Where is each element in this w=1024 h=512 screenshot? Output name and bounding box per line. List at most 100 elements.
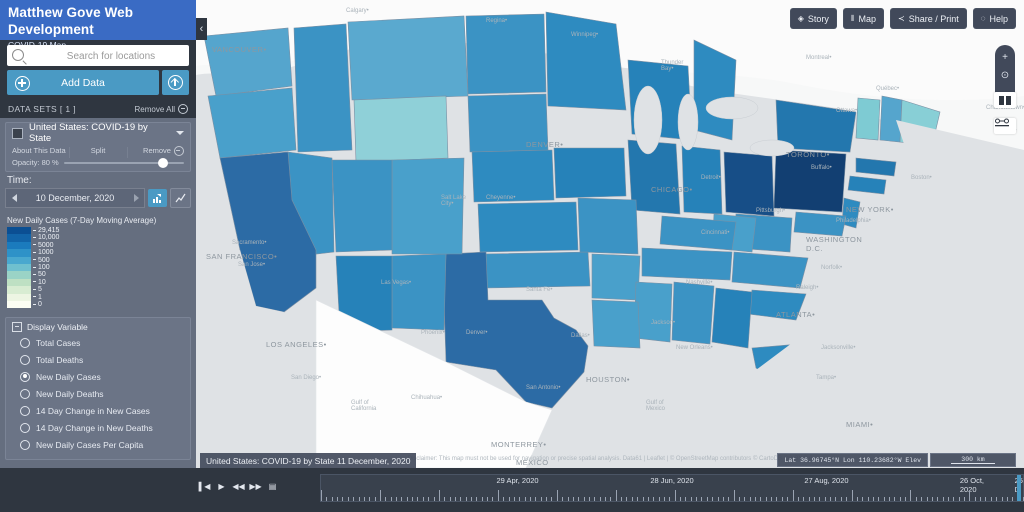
legend-tick-label: 0 [33, 301, 59, 308]
timeline-tick [947, 497, 949, 501]
collapse-box-icon[interactable] [12, 322, 22, 333]
timeline-step-back-button[interactable]: ◀◀ [230, 478, 247, 494]
timeline-tick [964, 497, 966, 501]
map-place-label: Winnipeg• [571, 32, 599, 38]
radio-icon[interactable] [20, 422, 30, 433]
dataset-card: United States: COVID-19 by State About T… [5, 122, 191, 172]
dataset-card-header[interactable]: United States: COVID-19 by State [6, 122, 190, 144]
date-selector[interactable]: 10 December, 2020 [5, 188, 145, 208]
timeline-tick [781, 497, 783, 501]
timeline-skip-to-start-button[interactable]: ▌◀ [196, 478, 213, 494]
timeline-tick [733, 490, 735, 501]
timeline-tick [765, 497, 767, 501]
map-canvas[interactable]: Calgary• Regina• Winnipeg• VANCOUVER• Thunde… [196, 0, 1024, 468]
choropleth-map [196, 0, 1024, 468]
about-this-data-link[interactable]: About This Data [12, 146, 69, 155]
radio-icon[interactable] [20, 388, 30, 399]
line-chart-icon [175, 193, 185, 202]
timeline-tick [717, 497, 719, 501]
timeline-tick [931, 497, 933, 501]
timeline-tick [487, 497, 489, 501]
dataset-visibility-checkbox[interactable] [12, 127, 23, 139]
timeline-tick [417, 497, 419, 501]
timeline-tick [551, 497, 553, 501]
search-input[interactable] [29, 45, 193, 68]
timeline-tick [771, 497, 773, 501]
timeline-tick [321, 490, 322, 501]
split-button[interactable]: Split [69, 146, 126, 158]
timeline-tick [830, 497, 832, 501]
timeline-tick [599, 497, 601, 501]
timeline-tick [706, 497, 708, 501]
timeline-tick [915, 497, 917, 501]
radio-icon[interactable] [20, 439, 30, 450]
display-variable-option[interactable]: New Daily Cases [12, 368, 184, 385]
bar-chart-button[interactable] [148, 189, 167, 207]
current-date: 10 December, 2020 [35, 193, 115, 203]
remove-all-button[interactable]: Remove All [135, 104, 188, 114]
map-place-label: Raleigh• [796, 285, 819, 291]
display-variable-option[interactable]: Total Deaths [12, 351, 184, 368]
radio-icon[interactable] [20, 337, 30, 348]
display-variable-option[interactable]: New Daily Deaths [12, 385, 184, 402]
upload-data-button[interactable] [162, 70, 189, 95]
legend-swatch [7, 227, 31, 235]
timeline-play-button[interactable]: ▶ [213, 478, 230, 494]
timeline-tick [390, 497, 392, 501]
radio-icon[interactable] [20, 354, 30, 365]
timeline-tick [749, 497, 751, 501]
map-place-label: SAN FRANCISCO• [206, 252, 278, 261]
chevron-down-icon[interactable] [176, 131, 184, 135]
toolbar-story-button[interactable]: ◈ Story [789, 8, 837, 29]
timeline-tick [497, 490, 499, 501]
timeline-tick [637, 497, 639, 501]
radio-icon[interactable] [20, 371, 30, 382]
map-settings-button[interactable] [994, 118, 1016, 134]
scale-label: 300 km [951, 456, 995, 464]
reset-view-button[interactable]: ⊙ [995, 66, 1015, 84]
map-place-label: Regina• [486, 18, 508, 24]
previous-arrow-icon [11, 194, 17, 202]
opacity-slider-knob [157, 157, 168, 168]
timeline-tick-label: 28 Jun, 2020 [650, 476, 694, 485]
previous-date-button[interactable] [6, 190, 22, 206]
toolbar-help-button[interactable]: ◌ Help [972, 8, 1016, 29]
timeline-ticks [321, 488, 1024, 501]
display-variable-header[interactable]: Display Variable [12, 322, 184, 333]
timeline-current-marker[interactable] [1017, 475, 1021, 501]
map-place-label: MONTERREY• [491, 440, 547, 449]
toolbar-map-button[interactable]: ⦀ Map [842, 8, 884, 29]
toolbar-share-print-button[interactable]: ≺ Share / Print [889, 8, 967, 29]
display-variable-option[interactable]: 14 Day Change in New Deaths [12, 419, 184, 436]
timeline-tick [658, 497, 660, 501]
timeline-tick [792, 490, 794, 501]
display-variable-option[interactable]: 14 Day Change in New Cases [12, 402, 184, 419]
toolbar-button-label: Help [989, 13, 1008, 24]
legend-swatch [7, 286, 31, 294]
remove-dataset-button[interactable]: Remove [126, 145, 184, 158]
timeline-step-forward-button[interactable]: ▶▶ [247, 478, 264, 494]
timeline-tick [363, 497, 365, 501]
zoom-in-button[interactable]: + [995, 48, 1015, 66]
radio-icon[interactable] [20, 405, 30, 416]
display-variable-option[interactable]: Total Cases [12, 334, 184, 351]
next-date-button[interactable] [128, 190, 144, 206]
add-data-button[interactable]: Add Data [7, 70, 159, 95]
collapse-sidebar-button[interactable]: ‹ [196, 18, 207, 40]
timeline-tick [755, 497, 757, 501]
timeline-tick [899, 497, 901, 501]
legend: New Daily Cases (7-Day Moving Average) 2… [0, 213, 196, 314]
timeline-tick [728, 497, 730, 501]
coordinates-readout: Lat 36.96745°N Lon 110.23682°W Elev [777, 453, 928, 467]
search-box[interactable] [7, 45, 193, 68]
legend-tick-label: 1000 [33, 249, 59, 256]
timeline-calendar-button[interactable]: ▤ [264, 478, 281, 494]
legend-tick-label: 10 [33, 279, 59, 286]
timeline-tick [835, 497, 837, 501]
timeline-track[interactable]: 29 Apr, 2020 28 Jun, 2020 27 Aug, 2020 26 O… [320, 474, 1024, 502]
split-compare-button[interactable] [994, 92, 1016, 108]
timeline-tick [567, 497, 569, 501]
opacity-slider[interactable] [63, 157, 184, 168]
display-variable-option[interactable]: New Daily Cases Per Capita [12, 436, 184, 453]
line-chart-button[interactable] [170, 188, 191, 208]
